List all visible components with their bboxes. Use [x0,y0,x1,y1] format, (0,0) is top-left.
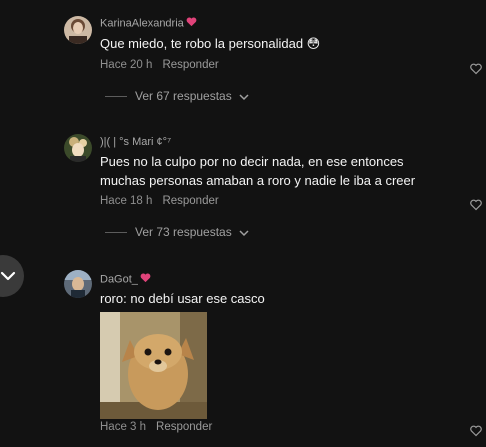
comment-username[interactable]: DaGot_ [100,273,151,286]
view-replies-button[interactable]: Ver 67 respuestas [105,89,249,103]
view-replies-label: Ver 67 respuestas [135,89,232,103]
pink-heart-icon [140,273,151,286]
reply-button[interactable]: Responder [162,59,218,71]
reply-button[interactable]: Responder [162,195,218,207]
comment-meta: Hace 20 h Responder [100,59,219,71]
comment-text: Pues no la culpo por no decir nada, en e… [100,154,416,188]
comment-time: Hace 3 h [100,421,147,433]
avatar[interactable] [64,270,92,298]
chevron-down-icon [239,230,249,236]
heart-icon[interactable] [470,198,482,211]
comment-meta: Hace 3 h Responder [100,421,212,433]
avatar[interactable] [64,134,92,162]
chevron-down-icon [239,94,249,100]
comment-username[interactable]: )|( | °s Mari ¢°⁷ [100,136,171,148]
reply-button[interactable]: Responder [156,421,212,433]
view-replies-button[interactable]: Ver 73 respuestas [105,225,249,239]
comment-text: roro: no debí usar ese casco [100,291,265,306]
comment-time: Hace 20 h [100,59,153,71]
comment-meta: Hace 18 h Responder [100,195,219,207]
divider-line [105,96,127,98]
view-replies-label: Ver 73 respuestas [135,225,232,239]
comment-username[interactable]: KarinaAlexandria [100,17,197,30]
heart-icon[interactable] [470,62,482,75]
comment-text: Que miedo, te robo la personalidad 😳 [100,36,321,51]
divider-line [105,232,127,234]
comment-time: Hace 18 h [100,195,153,207]
collapse-button[interactable] [0,255,24,297]
pink-heart-icon [186,17,197,30]
chevron-down-icon [0,271,16,281]
avatar[interactable] [64,16,92,44]
comment-image[interactable] [100,312,207,419]
heart-icon[interactable] [470,424,482,437]
